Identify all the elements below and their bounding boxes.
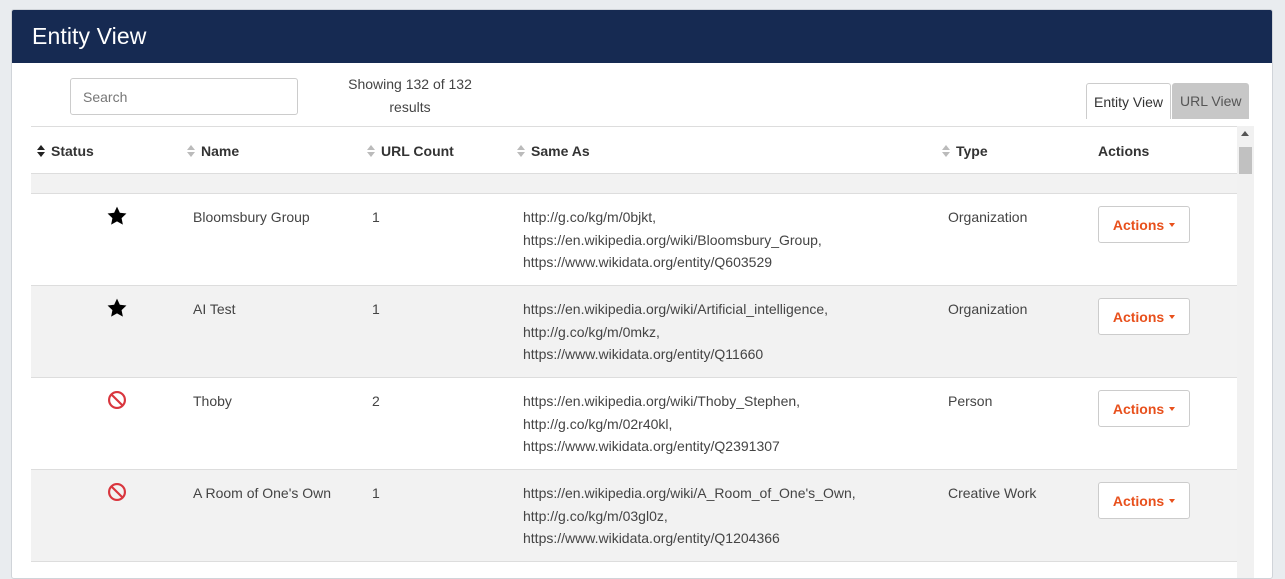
same-as-link: https://en.wikipedia.org/wiki/A_Room_of_… [523, 485, 856, 501]
same-as-link: http://g.co/kg/m/02r40kl, [523, 415, 673, 432]
entity-name: A Room of One's Own [193, 485, 332, 501]
actions-cell: Actions [1098, 206, 1190, 243]
caret-down-icon [1169, 498, 1176, 503]
scrollbar-thumb[interactable] [1239, 147, 1252, 174]
actions-button-label: Actions [1112, 216, 1165, 233]
status-cell [105, 388, 129, 412]
table-row: AI Test 1 https://en.wikipedia.org/wiki/… [31, 286, 1237, 378]
actions-cell: Actions [1098, 482, 1190, 519]
table-header: Status Name URL Count Same As Type Actio… [31, 126, 1237, 174]
sort-icon [187, 144, 195, 157]
column-header-type-label: Type [956, 142, 988, 159]
table-row: Bloomsbury Group 1 http://g.co/kg/m/0bjk… [31, 194, 1237, 286]
search-input[interactable] [70, 78, 298, 115]
url-count: 1 [372, 209, 380, 225]
column-header-status[interactable]: Status [37, 127, 94, 174]
column-header-name-label: Name [201, 142, 240, 159]
table-row: A Room of One's Own 1 https://en.wikiped… [31, 470, 1237, 562]
same-as-link: http://g.co/kg/m/0mkz, [523, 323, 660, 340]
entity-type: Creative Work [948, 485, 1037, 501]
blocked-icon [108, 391, 126, 409]
caret-down-icon [1169, 314, 1176, 319]
same-as-link: https://www.wikidata.org/entity/Q1204366 [523, 530, 780, 546]
sort-desc-icon [37, 144, 45, 157]
sort-icon [517, 144, 525, 157]
url-count: 1 [372, 301, 380, 317]
same-as-link: https://en.wikipedia.org/wiki/Bloomsbury… [523, 231, 822, 248]
column-header-type[interactable]: Type [942, 127, 988, 174]
table-scrollbar[interactable] [1237, 126, 1254, 578]
sort-icon [367, 144, 375, 157]
results-count: Showing 132 of 132 results [332, 73, 488, 119]
column-header-status-label: Status [51, 142, 94, 159]
same-as-list: https://en.wikipedia.org/wiki/A_Room_of_… [523, 482, 923, 550]
actions-cell: Actions [1098, 390, 1190, 427]
same-as-list: https://en.wikipedia.org/wiki/Thoby_Step… [523, 390, 923, 458]
actions-button-label: Actions [1112, 308, 1165, 325]
scroll-up-arrow-icon[interactable] [1241, 131, 1249, 136]
entity-name: Bloomsbury Group [193, 209, 310, 225]
actions-button-label: Actions [1112, 492, 1165, 509]
url-view-tab[interactable]: URL View [1172, 83, 1250, 119]
status-cell [105, 480, 129, 504]
actions-dropdown-button[interactable]: Actions [1098, 206, 1190, 243]
actions-cell: Actions [1098, 298, 1190, 335]
status-cell [105, 204, 129, 228]
entity-name: AI Test [193, 301, 236, 317]
column-header-actions: Actions [1098, 127, 1149, 174]
entity-view-panel: Entity View Showing 132 of 132 results E… [11, 9, 1273, 579]
same-as-link: https://www.wikidata.org/entity/Q603529 [523, 254, 773, 270]
column-header-same-as[interactable]: Same As [517, 127, 590, 174]
entity-type: Person [948, 393, 993, 409]
same-as-list: https://en.wikipedia.org/wiki/Artificial… [523, 298, 923, 366]
same-as-link: http://g.co/kg/m/0bjkt, [523, 209, 657, 225]
url-count: 1 [372, 485, 380, 501]
table-row-partial [31, 174, 1237, 194]
actions-dropdown-button[interactable]: Actions [1098, 390, 1190, 427]
entity-view-tab[interactable]: Entity View [1086, 83, 1171, 119]
blocked-icon [108, 483, 126, 501]
status-cell [105, 296, 129, 320]
entity-name: Thoby [193, 393, 232, 409]
column-header-actions-label: Actions [1098, 142, 1150, 159]
entity-type: Organization [948, 301, 1028, 317]
entity-table: Status Name URL Count Same As Type Actio… [31, 126, 1237, 578]
column-header-url-count[interactable]: URL Count [367, 127, 454, 174]
actions-dropdown-button[interactable]: Actions [1098, 482, 1190, 519]
same-as-link: https://en.wikipedia.org/wiki/Thoby_Step… [523, 393, 801, 409]
table-row: Thoby 2 https://en.wikipedia.org/wiki/Th… [31, 378, 1237, 470]
column-header-same-as-label: Same As [531, 142, 590, 159]
actions-dropdown-button[interactable]: Actions [1098, 298, 1190, 335]
results-count-line2: results [389, 99, 431, 115]
same-as-link: http://g.co/kg/m/03gl0z, [523, 507, 668, 524]
caret-down-icon [1169, 406, 1176, 411]
same-as-link: https://www.wikidata.org/entity/Q11660 [523, 346, 764, 362]
same-as-list: http://g.co/kg/m/0bjkt, https://en.wikip… [523, 206, 923, 274]
table-body: Bloomsbury Group 1 http://g.co/kg/m/0bjk… [31, 194, 1237, 562]
results-count-line1: Showing 132 of 132 [348, 76, 472, 92]
column-header-url-count-label: URL Count [381, 142, 454, 159]
entity-type: Organization [948, 209, 1028, 225]
sort-icon [942, 144, 950, 157]
actions-button-label: Actions [1112, 400, 1165, 417]
page-title: Entity View [32, 23, 147, 49]
panel-header: Entity View [12, 10, 1272, 63]
star-icon [107, 298, 127, 317]
url-count: 2 [372, 393, 380, 409]
same-as-link: https://en.wikipedia.org/wiki/Artificial… [523, 301, 829, 317]
same-as-link: https://www.wikidata.org/entity/Q2391307 [523, 438, 780, 454]
view-toggle: Entity View URL View [1086, 83, 1250, 119]
column-header-name[interactable]: Name [187, 127, 239, 174]
caret-down-icon [1169, 222, 1176, 227]
star-icon [107, 206, 127, 225]
